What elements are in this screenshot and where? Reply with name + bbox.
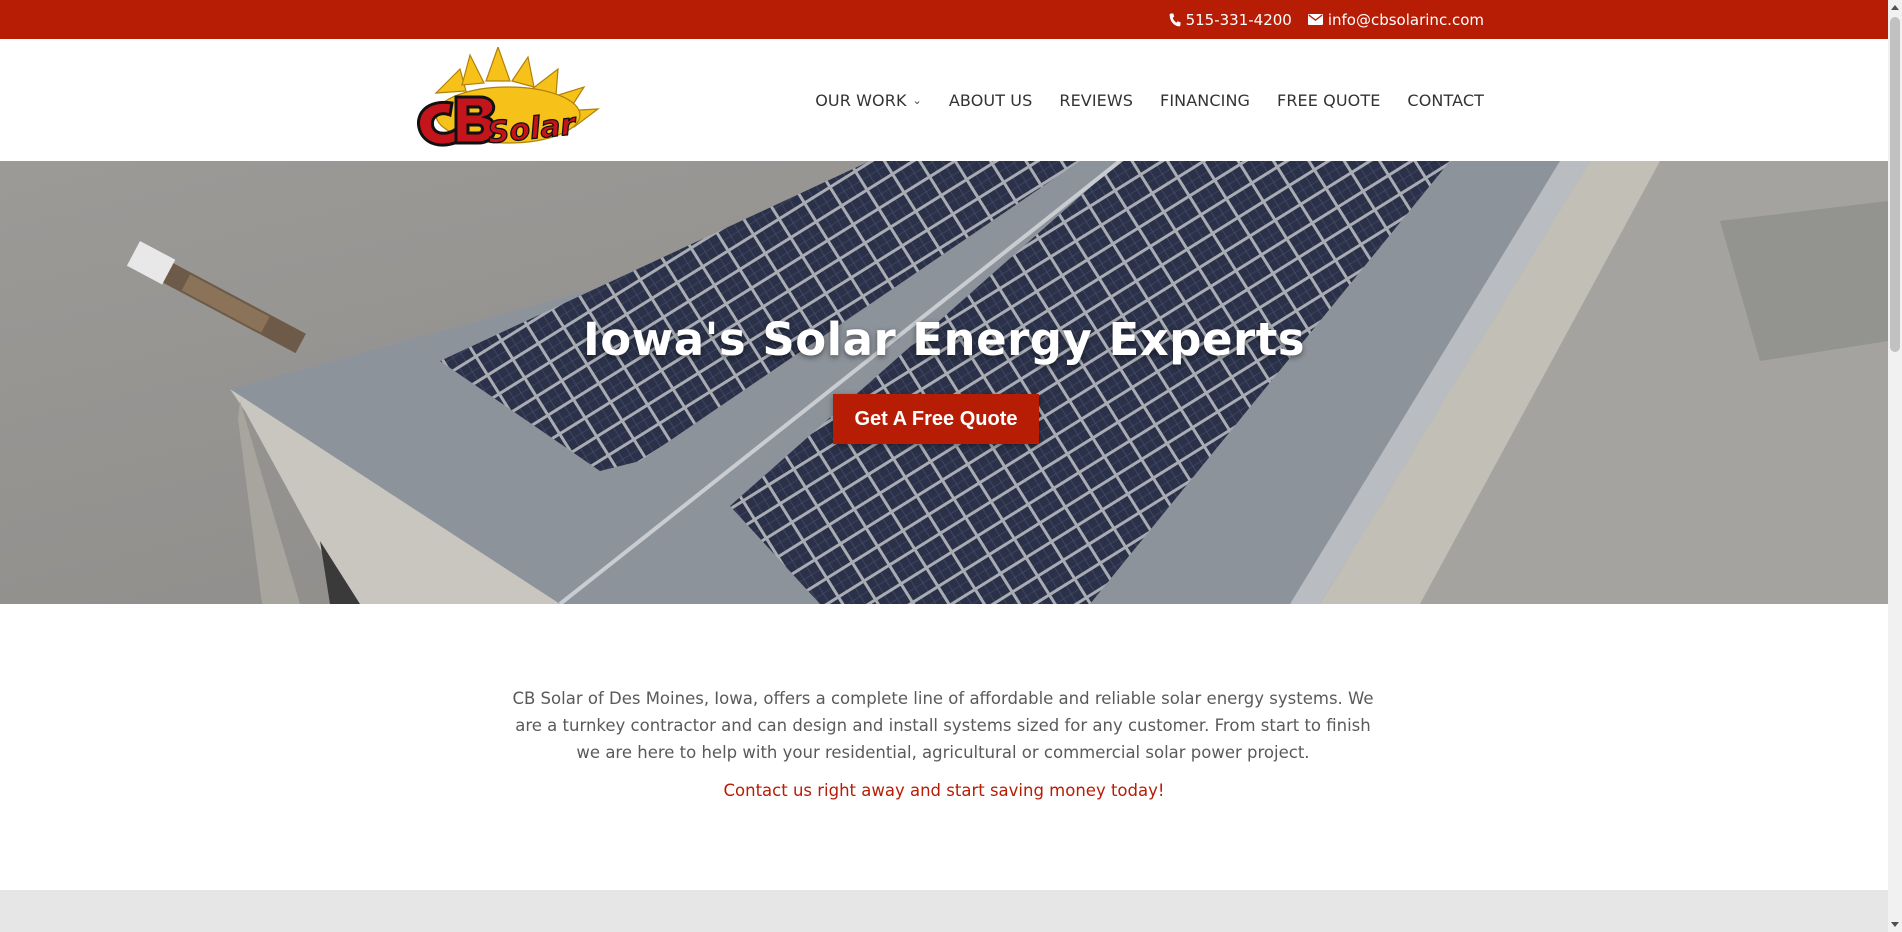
cb-solar-logo[interactable]: Solar xyxy=(408,45,608,152)
nav-financing[interactable]: FINANCING xyxy=(1160,91,1250,110)
scroll-down-arrow-icon[interactable] xyxy=(1891,922,1899,927)
nav-reviews[interactable]: REVIEWS xyxy=(1059,91,1133,110)
nav-our-work[interactable]: OUR WORK ⌄ xyxy=(815,91,922,110)
chevron-down-icon: ⌄ xyxy=(912,93,922,107)
main-nav: OUR WORK ⌄ ABOUT US REVIEWS FINANCING FR… xyxy=(815,39,1484,161)
nav-our-work-label: OUR WORK xyxy=(815,90,907,110)
phone-icon xyxy=(1169,13,1181,26)
email-icon xyxy=(1307,14,1323,25)
get-free-quote-button[interactable]: Get A Free Quote xyxy=(833,394,1039,444)
page-scrollbar[interactable] xyxy=(1888,0,1902,932)
intro-section: CB Solar of Des Moines, Iowa, offers a c… xyxy=(0,604,1888,890)
contact-cta-link[interactable]: Contact us right away and start saving m… xyxy=(0,781,1888,800)
hero-title: Iowa's Solar Energy Experts xyxy=(583,313,1305,366)
nav-about-us-label: ABOUT US xyxy=(948,90,1033,110)
intro-paragraph: CB Solar of Des Moines, Iowa, offers a c… xyxy=(512,689,1374,762)
phone-number: 515-331-4200 xyxy=(1185,10,1292,29)
top-bar: 515-331-4200 info@cbsolarinc.com xyxy=(0,0,1888,39)
nav-about-us[interactable]: ABOUT US xyxy=(949,91,1032,110)
nav-free-quote[interactable]: FREE QUOTE xyxy=(1277,91,1380,110)
email-address: info@cbsolarinc.com xyxy=(1327,10,1484,29)
top-contact: 515-331-4200 info@cbsolarinc.com xyxy=(1169,0,1484,39)
site-header: Solar OUR WORK ⌄ ABOUT US REVIEWS FINANC… xyxy=(0,39,1888,161)
nav-financing-label: FINANCING xyxy=(1160,90,1251,110)
nav-free-quote-label: FREE QUOTE xyxy=(1277,90,1381,110)
nav-contact-label: CONTACT xyxy=(1407,90,1484,110)
next-section-band xyxy=(0,890,1888,932)
nav-contact[interactable]: CONTACT xyxy=(1407,91,1484,110)
hero-background-image xyxy=(0,161,1888,604)
email-link[interactable]: info@cbsolarinc.com xyxy=(1307,10,1484,29)
scroll-up-arrow-icon[interactable] xyxy=(1891,5,1899,10)
scroll-thumb[interactable] xyxy=(1890,17,1900,352)
nav-reviews-label: REVIEWS xyxy=(1059,90,1134,110)
hero-section: Iowa's Solar Energy Experts Get A Free Q… xyxy=(0,161,1888,604)
phone-link[interactable]: 515-331-4200 xyxy=(1169,11,1292,29)
